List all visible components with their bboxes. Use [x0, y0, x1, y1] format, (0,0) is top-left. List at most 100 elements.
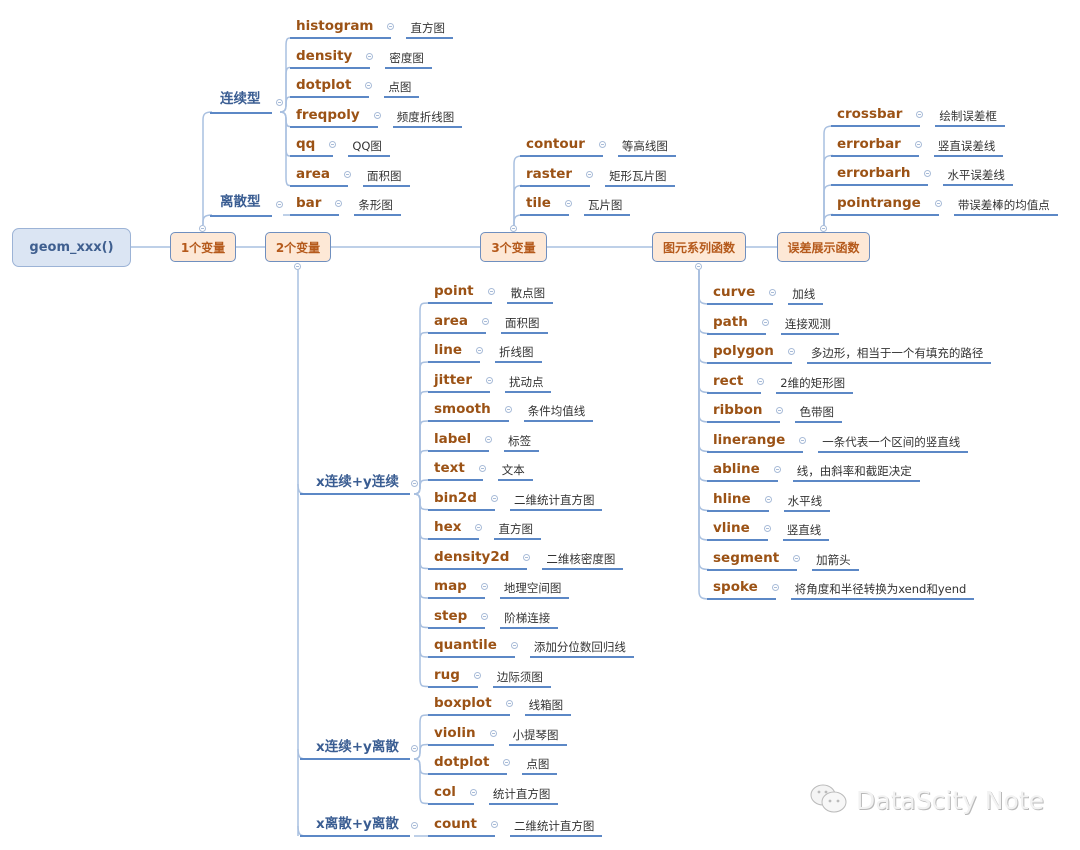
- collapse-toggle-icon[interactable]: [365, 82, 373, 89]
- leaf-key-linerange[interactable]: linerange: [713, 431, 785, 449]
- leaf-key-contour[interactable]: contour: [526, 135, 585, 153]
- collapse-toggle-icon[interactable]: [503, 759, 511, 766]
- collapse-toggle-icon[interactable]: [820, 225, 827, 232]
- collapse-toggle-icon[interactable]: [335, 200, 343, 207]
- collapse-toggle-icon[interactable]: [373, 111, 381, 119]
- leaf-key-path[interactable]: path: [713, 313, 748, 331]
- collapse-toggle-icon[interactable]: [510, 225, 517, 232]
- collapse-toggle-icon[interactable]: [793, 554, 801, 562]
- leaf-key-curve[interactable]: curve: [713, 283, 755, 301]
- leaf-key-bar[interactable]: bar: [296, 194, 321, 212]
- collapse-toggle-icon[interactable]: [411, 480, 418, 487]
- collapse-toggle-icon[interactable]: [914, 140, 922, 148]
- collapse-toggle-icon[interactable]: [934, 199, 942, 207]
- collapse-toggle-icon[interactable]: [480, 583, 488, 590]
- collapse-toggle-icon[interactable]: [199, 225, 206, 232]
- leaf-key-histogram[interactable]: histogram: [296, 17, 374, 35]
- collapse-toggle-icon[interactable]: [763, 525, 771, 532]
- category-error-display[interactable]: 误差展示函数: [777, 232, 870, 262]
- leaf-key-bin2d[interactable]: bin2d: [434, 489, 477, 507]
- leaf-key-qq[interactable]: qq: [296, 135, 315, 153]
- collapse-toggle-icon[interactable]: [771, 584, 779, 591]
- leaf-key-point[interactable]: point: [434, 282, 474, 300]
- category-three-variables[interactable]: 3个变量: [480, 232, 547, 262]
- category-two-variables[interactable]: 2个变量: [265, 232, 331, 262]
- leaf-key-rect[interactable]: rect: [713, 372, 743, 390]
- leaf-key-smooth[interactable]: smooth: [434, 400, 491, 418]
- leaf-key-hline[interactable]: hline: [713, 490, 751, 508]
- group-label-2[interactable]: x离散+y离散: [316, 815, 399, 833]
- collapse-toggle-icon[interactable]: [411, 822, 418, 829]
- leaf-key-label[interactable]: label: [434, 430, 471, 448]
- collapse-toggle-icon[interactable]: [344, 170, 352, 178]
- root-node[interactable]: geom_xxx(): [12, 228, 131, 267]
- leaf-key-text[interactable]: text: [434, 459, 465, 477]
- group-label-continuous[interactable]: 连续型: [220, 90, 261, 108]
- collapse-toggle-icon[interactable]: [764, 495, 772, 503]
- leaf-key-freqpoly[interactable]: freqpoly: [296, 106, 360, 124]
- leaf-key-crossbar[interactable]: crossbar: [837, 105, 902, 123]
- group-label-1[interactable]: x连续+y离散: [316, 738, 399, 756]
- collapse-toggle-icon[interactable]: [510, 642, 518, 649]
- collapse-toggle-icon[interactable]: [485, 376, 493, 384]
- collapse-toggle-icon[interactable]: [485, 435, 493, 443]
- collapse-toggle-icon[interactable]: [276, 99, 283, 106]
- leaf-key-area[interactable]: area: [296, 165, 330, 183]
- collapse-toggle-icon[interactable]: [276, 201, 283, 208]
- collapse-toggle-icon[interactable]: [769, 289, 777, 296]
- leaf-key-rug[interactable]: rug: [434, 666, 460, 684]
- leaf-key-boxplot[interactable]: boxplot: [434, 694, 492, 712]
- leaf-key-count[interactable]: count: [434, 815, 477, 833]
- collapse-toggle-icon[interactable]: [387, 23, 395, 30]
- collapse-toggle-icon[interactable]: [490, 494, 498, 502]
- collapse-toggle-icon[interactable]: [481, 612, 489, 620]
- collapse-toggle-icon[interactable]: [761, 318, 769, 326]
- collapse-toggle-icon[interactable]: [757, 377, 765, 385]
- collapse-toggle-icon[interactable]: [773, 466, 781, 473]
- collapse-toggle-icon[interactable]: [329, 141, 337, 148]
- leaf-key-raster[interactable]: raster: [526, 165, 572, 183]
- collapse-toggle-icon[interactable]: [473, 671, 481, 679]
- leaf-key-tile[interactable]: tile: [526, 194, 551, 212]
- leaf-key-col[interactable]: col: [434, 783, 456, 801]
- leaf-key-jitter[interactable]: jitter: [434, 371, 472, 389]
- collapse-toggle-icon[interactable]: [564, 200, 572, 207]
- collapse-toggle-icon[interactable]: [505, 700, 513, 707]
- collapse-toggle-icon[interactable]: [504, 406, 512, 413]
- category-primitives[interactable]: 图元系列函数: [652, 232, 746, 262]
- collapse-toggle-icon[interactable]: [469, 788, 477, 796]
- collapse-toggle-icon[interactable]: [476, 347, 484, 354]
- leaf-key-polygon[interactable]: polygon: [713, 342, 774, 360]
- leaf-key-step[interactable]: step: [434, 607, 467, 625]
- collapse-toggle-icon[interactable]: [586, 170, 594, 178]
- leaf-key-quantile[interactable]: quantile: [434, 636, 497, 654]
- category-one-variable[interactable]: 1个变量: [170, 232, 236, 262]
- group-label-0[interactable]: x连续+y连续: [316, 473, 399, 491]
- collapse-toggle-icon[interactable]: [487, 288, 495, 295]
- group-label-discrete[interactable]: 离散型: [220, 193, 261, 211]
- collapse-toggle-icon[interactable]: [475, 524, 483, 531]
- collapse-toggle-icon[interactable]: [598, 141, 606, 148]
- collapse-toggle-icon[interactable]: [489, 729, 497, 737]
- leaf-key-ribbon[interactable]: ribbon: [713, 401, 763, 419]
- leaf-key-pointrange[interactable]: pointrange: [837, 194, 921, 212]
- collapse-toggle-icon[interactable]: [411, 745, 418, 752]
- collapse-toggle-icon[interactable]: [799, 436, 807, 444]
- leaf-key-map[interactable]: map: [434, 577, 467, 595]
- leaf-key-errorbarh[interactable]: errorbarh: [837, 164, 910, 182]
- leaf-key-vline[interactable]: vline: [713, 519, 750, 537]
- leaf-key-line[interactable]: line: [434, 341, 462, 359]
- collapse-toggle-icon[interactable]: [787, 348, 795, 355]
- collapse-toggle-icon[interactable]: [482, 317, 490, 325]
- leaf-key-density[interactable]: density: [296, 47, 352, 65]
- collapse-toggle-icon[interactable]: [776, 407, 784, 414]
- leaf-key-violin[interactable]: violin: [434, 724, 476, 742]
- collapse-toggle-icon[interactable]: [924, 170, 932, 177]
- collapse-toggle-icon[interactable]: [523, 553, 531, 561]
- collapse-toggle-icon[interactable]: [366, 52, 374, 60]
- leaf-key-segment[interactable]: segment: [713, 549, 779, 567]
- collapse-toggle-icon[interactable]: [695, 263, 702, 270]
- leaf-key-errorbar[interactable]: errorbar: [837, 135, 901, 153]
- collapse-toggle-icon[interactable]: [916, 111, 924, 118]
- leaf-key-area[interactable]: area: [434, 312, 468, 330]
